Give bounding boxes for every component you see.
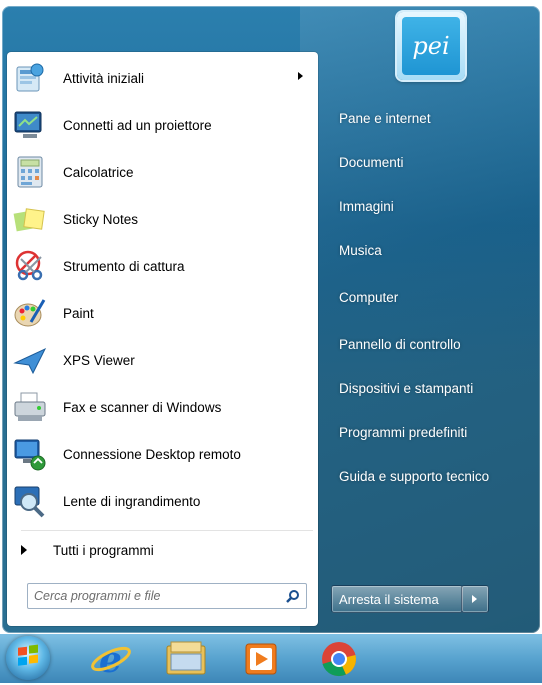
program-label: Fax e scanner di Windows: [63, 399, 222, 415]
media-player-icon[interactable]: [238, 636, 284, 681]
program-label: Sticky Notes: [63, 211, 139, 227]
right-item-programmi-predefiniti[interactable]: Programmi predefiniti: [332, 417, 532, 447]
program-item-snipping-tool[interactable]: Strumento di cattura: [13, 244, 313, 288]
chrome-icon[interactable]: [316, 636, 362, 681]
shutdown-options-button[interactable]: [461, 585, 489, 613]
taskbar: e: [0, 634, 542, 683]
program-item-magnifier[interactable]: Lente di ingrandimento: [13, 479, 313, 523]
user-picture-inner: pei: [402, 17, 460, 75]
program-item-xps-viewer[interactable]: XPS Viewer: [13, 338, 313, 382]
program-label: Paint: [63, 305, 94, 321]
right-item-guida-e-supporto[interactable]: Guida e supporto tecnico: [332, 461, 532, 491]
search-icon[interactable]: [286, 588, 300, 603]
all-programs-button[interactable]: Tutti i programmi: [19, 536, 309, 564]
shutdown-button[interactable]: Arresta il sistema: [331, 585, 463, 613]
sticky-notes-icon: [13, 202, 47, 236]
shutdown-label: Arresta il sistema: [339, 591, 439, 607]
right-item-label: Musica: [339, 242, 382, 258]
right-item-label: Immagini: [339, 198, 394, 214]
program-label: Calcolatrice: [63, 164, 134, 180]
program-label: Lente di ingrandimento: [63, 493, 201, 509]
right-item-immagini[interactable]: Immagini: [332, 191, 532, 221]
program-item-projector[interactable]: Connetti ad un proiettore: [13, 103, 313, 147]
program-label: Connessione Desktop remoto: [63, 446, 241, 462]
user-picture[interactable]: pei: [397, 12, 465, 80]
internet-explorer-icon[interactable]: e: [88, 636, 134, 681]
projector-icon: [13, 108, 47, 142]
paint-icon: [13, 296, 47, 330]
remote-desktop-icon: [13, 437, 47, 471]
search-input[interactable]: [32, 586, 276, 606]
right-item-label: Guida e supporto tecnico: [339, 468, 490, 484]
program-label: Connetti ad un proiettore: [63, 117, 212, 133]
fax-scanner-icon: [13, 390, 47, 424]
program-label: Attività iniziali: [63, 70, 145, 86]
program-item-getting-started[interactable]: Attività iniziali: [13, 56, 313, 100]
program-item-fax-scanner[interactable]: Fax e scanner di Windows: [13, 385, 313, 429]
program-item-sticky-notes[interactable]: Sticky Notes: [13, 197, 313, 241]
submenu-arrow-icon[interactable]: [298, 72, 303, 80]
program-item-calculator[interactable]: Calcolatrice: [13, 150, 313, 194]
search-box[interactable]: [27, 583, 307, 609]
right-item-dispositivi-e-stampanti[interactable]: Dispositivi e stampanti: [332, 373, 532, 403]
frame-glass: [300, 6, 540, 633]
right-item-musica[interactable]: Musica: [332, 235, 532, 265]
calculator-icon: [13, 155, 47, 189]
right-item-label: Pannello di controllo: [339, 336, 461, 352]
divider: [21, 530, 313, 531]
expand-arrow-icon: [21, 545, 27, 555]
right-item-pannello-di-controllo[interactable]: Pannello di controllo: [332, 329, 532, 359]
file-explorer-icon[interactable]: [163, 636, 209, 681]
xps-viewer-icon: [13, 343, 47, 377]
snipping-tool-icon: [13, 249, 47, 283]
getting-started-icon: [13, 61, 47, 95]
user-picture-text: pei: [412, 32, 450, 60]
right-item-label: Documenti: [339, 154, 404, 170]
right-item-computer[interactable]: Computer: [332, 282, 532, 312]
magnifier-icon: [13, 484, 47, 518]
program-item-remote-desktop[interactable]: Connessione Desktop remoto: [13, 432, 313, 476]
right-item-pane-e-internet[interactable]: Pane e internet: [332, 103, 532, 133]
right-item-label: Dispositivi e stampanti: [339, 380, 474, 396]
program-item-paint[interactable]: Paint: [13, 291, 313, 335]
right-item-label: Programmi predefiniti: [339, 424, 468, 440]
right-item-label: Pane e internet: [339, 110, 431, 126]
programs-panel: Attività iniziali Connetti ad un proiett…: [7, 52, 318, 626]
right-item-label: Computer: [339, 289, 399, 305]
all-programs-label: Tutti i programmi: [53, 542, 154, 558]
start-orb-icon[interactable]: [6, 636, 50, 680]
right-item-documenti[interactable]: Documenti: [332, 147, 532, 177]
program-label: XPS Viewer: [63, 352, 135, 368]
svg-text:e: e: [99, 639, 122, 681]
program-label: Strumento di cattura: [63, 258, 185, 274]
chevron-right-icon: [472, 595, 477, 603]
